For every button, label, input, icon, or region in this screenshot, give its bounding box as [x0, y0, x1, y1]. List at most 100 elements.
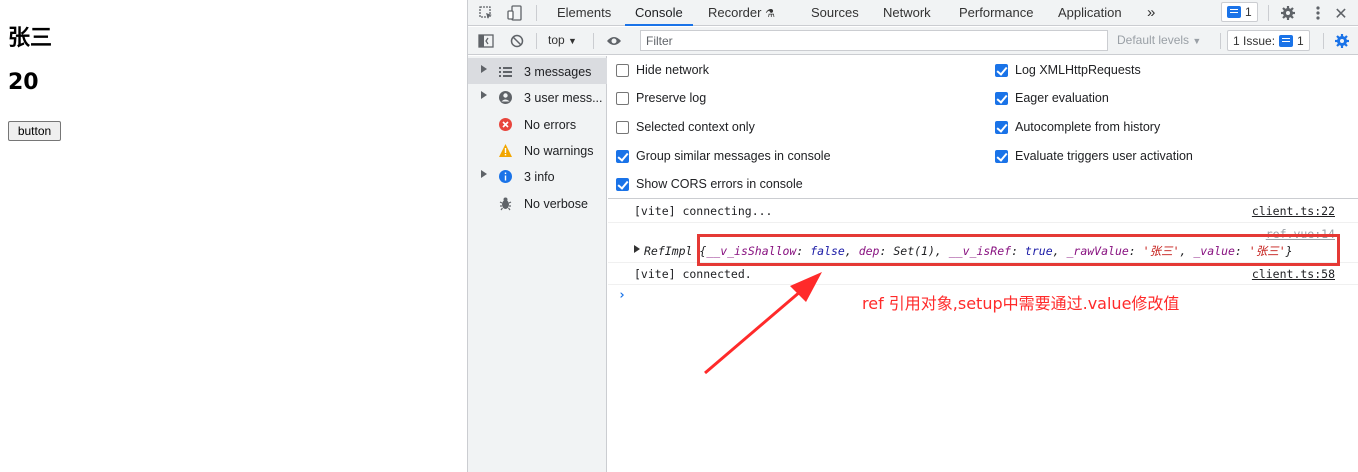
- expand-arrow-icon: [481, 65, 487, 73]
- name-heading: 张三: [8, 26, 53, 51]
- sidebar-item-label: 3 messages: [524, 65, 592, 79]
- checkbox-checked[interactable]: [995, 63, 1008, 77]
- more-tabs-button[interactable]: »: [1147, 0, 1155, 26]
- issues-badge-button[interactable]: 1: [1221, 2, 1258, 22]
- issues-toolbar-button[interactable]: 1 Issue: 1: [1227, 30, 1310, 51]
- object-class-name: RefImpl: [644, 244, 693, 258]
- checkbox[interactable]: [616, 63, 629, 77]
- live-expression-eye-icon[interactable]: [604, 31, 624, 51]
- console-source-link[interactable]: client.ts:58: [1252, 267, 1335, 281]
- issues-count: 1: [1245, 5, 1252, 19]
- close-icon[interactable]: ✕: [1331, 3, 1351, 23]
- settings-gear-icon[interactable]: [1278, 3, 1298, 23]
- bug-icon: [498, 196, 513, 211]
- console-message-text: [vite] connected.: [634, 267, 752, 281]
- clear-console-icon[interactable]: [507, 31, 527, 51]
- setting-label: Eager evaluation: [1015, 91, 1109, 105]
- kebab-menu-icon[interactable]: [1308, 3, 1328, 23]
- chevron-down-icon: ▼: [1192, 36, 1202, 46]
- toolbar-separator: [536, 33, 537, 49]
- checkbox[interactable]: [616, 91, 629, 105]
- page-button[interactable]: button: [8, 121, 61, 141]
- app-page: 张三 20 button: [0, 0, 467, 472]
- setting-preserve-log[interactable]: Preserve log: [616, 91, 706, 105]
- console-message: [vite] connected. client.ts:58: [608, 263, 1358, 285]
- expand-arrow-icon: [481, 170, 487, 178]
- tab-recorder[interactable]: Recorder ⚗: [708, 0, 775, 26]
- sidebar-item-label: No errors: [524, 118, 577, 132]
- setting-label: Selected context only: [636, 120, 755, 134]
- setting-eager-evaluation[interactable]: Eager evaluation: [995, 91, 1109, 105]
- checkbox[interactable]: [616, 120, 629, 134]
- setting-show-cors-errors[interactable]: Show CORS errors in console: [616, 177, 803, 191]
- checkbox-checked[interactable]: [995, 149, 1008, 163]
- setting-evaluate-user-activation[interactable]: Evaluate triggers user activation: [995, 149, 1193, 163]
- tab-application[interactable]: Application: [1058, 0, 1122, 26]
- sidebar-item-user-messages[interactable]: 3 user mess...: [468, 84, 607, 110]
- checkbox-checked[interactable]: [616, 149, 629, 163]
- setting-selected-context-only[interactable]: Selected context only: [616, 120, 755, 134]
- sidebar-item-label: No warnings: [524, 144, 594, 158]
- setting-label: Log XMLHttpRequests: [1015, 63, 1141, 77]
- setting-log-xhr[interactable]: Log XMLHttpRequests: [995, 63, 1141, 77]
- expand-object-arrow-icon[interactable]: [634, 245, 640, 253]
- tab-performance[interactable]: Performance: [959, 0, 1033, 26]
- info-icon: [498, 169, 513, 184]
- warning-icon: [498, 143, 513, 158]
- tab-console[interactable]: Console: [625, 0, 693, 26]
- setting-hide-network[interactable]: Hide network: [616, 63, 709, 77]
- console-sidebar: 3 messages 3 user mess... No errors No w…: [468, 56, 607, 472]
- annotation-text: ref 引用对象,setup中需要通过.value修改值: [862, 294, 1180, 313]
- inspect-element-icon[interactable]: [476, 3, 496, 23]
- context-value: top: [548, 33, 565, 47]
- sidebar-item-warnings[interactable]: No warnings: [468, 137, 607, 163]
- context-selector[interactable]: top ▼: [548, 33, 577, 47]
- issue-icon: [1227, 6, 1241, 18]
- checkbox-checked[interactable]: [616, 177, 629, 191]
- setting-label: Group similar messages in console: [636, 149, 831, 163]
- chevron-down-icon: ▼: [568, 36, 577, 46]
- setting-group-similar[interactable]: Group similar messages in console: [616, 149, 831, 163]
- setting-label: Preserve log: [636, 91, 707, 105]
- tab-elements[interactable]: Elements: [557, 0, 611, 26]
- sidebar-item-info[interactable]: 3 info: [468, 163, 607, 189]
- tab-sources[interactable]: Sources: [811, 0, 859, 26]
- age-heading: 20: [8, 70, 39, 95]
- sidebar-toggle-icon[interactable]: [476, 31, 496, 51]
- console-toolbar: top ▼ Default levels ▼ 1 Issue: 1: [468, 27, 1358, 55]
- console-settings-panel: Hide network Preserve log Selected conte…: [608, 56, 1358, 199]
- devtools-tabbar: Elements Console Recorder ⚗ Sources Netw…: [468, 0, 1358, 26]
- sidebar-item-verbose[interactable]: No verbose: [468, 190, 607, 216]
- checkbox-checked[interactable]: [995, 91, 1008, 105]
- list-icon: [498, 64, 513, 79]
- setting-label: Hide network: [636, 63, 709, 77]
- log-levels-value: Default levels: [1117, 33, 1190, 47]
- setting-label: Show CORS errors in console: [636, 177, 803, 191]
- issues-toolbar-count: 1: [1297, 33, 1304, 48]
- setting-autocomplete-history[interactable]: Autocomplete from history: [995, 120, 1160, 134]
- sidebar-item-messages[interactable]: 3 messages: [468, 58, 607, 84]
- setting-label: Autocomplete from history: [1015, 120, 1161, 134]
- issue-icon: [1279, 34, 1294, 47]
- console-settings-gear-icon[interactable]: [1332, 31, 1352, 51]
- toolbar-separator: [593, 33, 594, 49]
- tab-recorder-label: Recorder: [708, 5, 762, 20]
- user-icon: [498, 90, 513, 105]
- console-prompt[interactable]: ›: [618, 288, 626, 303]
- filter-input[interactable]: [640, 30, 1108, 51]
- sidebar-item-label: No verbose: [524, 197, 588, 211]
- highlight-box: [697, 234, 1340, 266]
- log-levels-dropdown[interactable]: Default levels ▼: [1117, 33, 1201, 47]
- error-icon: [498, 117, 513, 132]
- sidebar-item-label: 3 user mess...: [524, 91, 603, 105]
- checkbox-checked[interactable]: [995, 120, 1008, 134]
- sidebar-item-label: 3 info: [524, 170, 555, 184]
- sidebar-item-errors[interactable]: No errors: [468, 111, 607, 137]
- console-source-link[interactable]: client.ts:22: [1252, 204, 1335, 218]
- issues-label: 1 Issue:: [1233, 33, 1276, 48]
- tab-separator: [1268, 5, 1269, 21]
- device-toolbar-icon[interactable]: [505, 3, 525, 23]
- setting-label: Evaluate triggers user activation: [1015, 149, 1193, 163]
- console-message-text: [vite] connecting...: [634, 204, 773, 218]
- tab-network[interactable]: Network: [883, 0, 931, 26]
